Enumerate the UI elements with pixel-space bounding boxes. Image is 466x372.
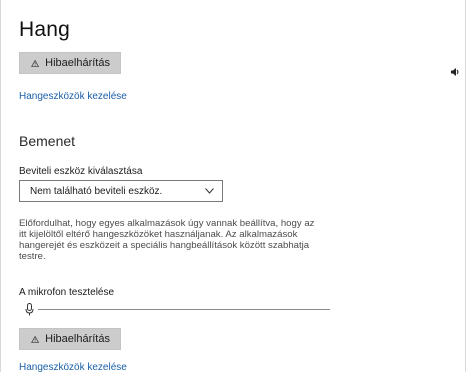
sound-settings-page: Hang Hibaelhárítás Hangeszközök kezelése… <box>0 0 466 372</box>
speaker-icon <box>451 68 459 76</box>
input-section-title: Bemenet <box>19 133 76 149</box>
input-device-select[interactable]: Nem található beviteli eszköz. <box>19 180 223 202</box>
mic-level-meter <box>25 302 331 316</box>
input-device-select-value: Nem található beviteli eszköz. <box>30 185 163 197</box>
input-device-select-label: Beviteli eszköz kiválasztása <box>19 166 143 177</box>
chevron-down-icon <box>205 188 214 194</box>
output-troubleshoot-label: Hibaelhárítás <box>45 57 110 69</box>
mic-level-track <box>38 309 330 310</box>
mic-test-label: A mikrofon tesztelése <box>19 287 115 298</box>
input-troubleshoot-button[interactable]: Hibaelhárítás <box>19 328 121 350</box>
microphone-icon <box>25 303 34 316</box>
page-title: Hang <box>19 18 71 41</box>
output-troubleshoot-button[interactable]: Hibaelhárítás <box>19 52 121 74</box>
input-troubleshoot-label: Hibaelhárítás <box>45 333 110 345</box>
input-manage-devices-link[interactable]: Hangeszközök kezelése <box>19 362 127 372</box>
warning-triangle-icon <box>31 59 40 67</box>
output-manage-devices-link[interactable]: Hangeszközök kezelése <box>19 91 127 102</box>
input-description-text: Előfordulhat, hogy egyes alkalmazások úg… <box>19 218 315 262</box>
warning-triangle-icon <box>31 335 40 343</box>
